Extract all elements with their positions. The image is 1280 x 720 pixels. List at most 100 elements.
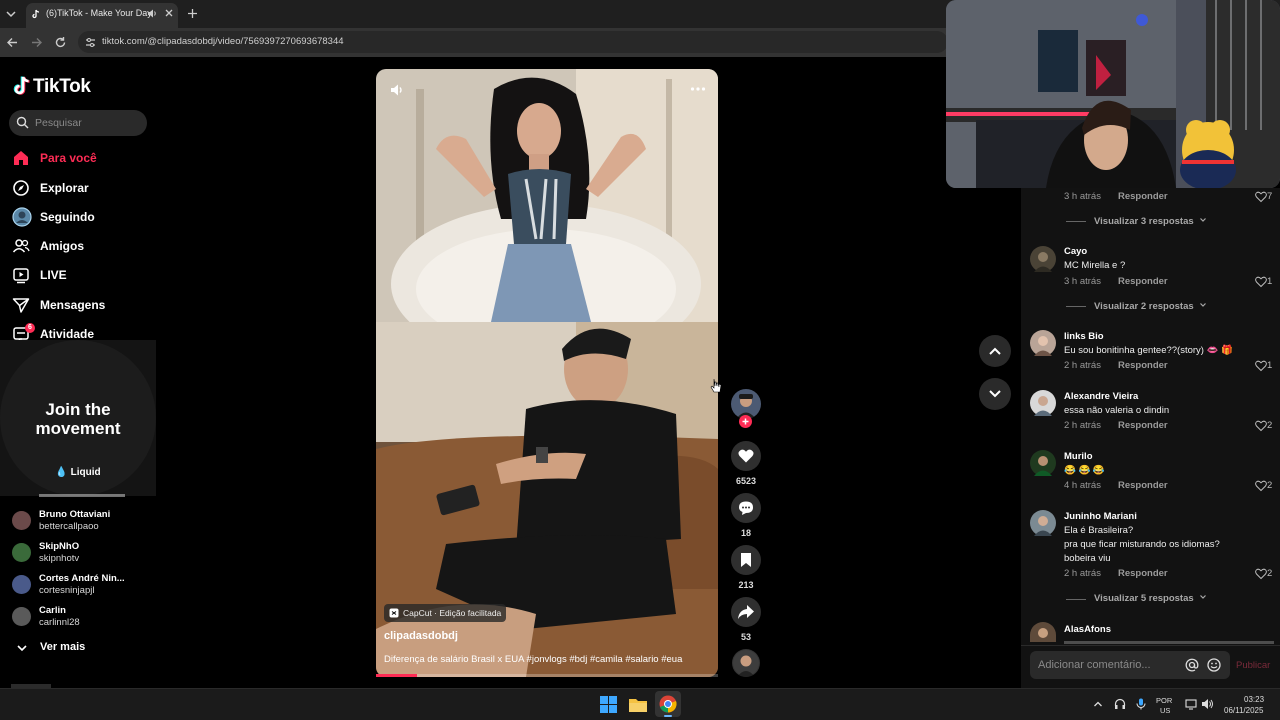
- heart-outline-icon[interactable]: [1255, 276, 1267, 288]
- keyboard-layout[interactable]: US: [1160, 706, 1170, 715]
- chevron-up-icon: [988, 345, 1002, 357]
- music-disc-avatar[interactable]: [732, 649, 760, 677]
- comment-time: 3 h atrás: [1064, 191, 1101, 202]
- webcam-feed: [946, 0, 1280, 188]
- replies-divider: [1066, 221, 1086, 222]
- comment-author[interactable]: Cayo: [1064, 246, 1087, 257]
- avatar: [12, 543, 31, 562]
- view-replies-button[interactable]: Visualizar 5 respostas: [1094, 593, 1207, 604]
- heart-outline-icon[interactable]: [1255, 420, 1267, 432]
- account-item[interactable]: Cortes André Nin... cortesninjapjl: [0, 571, 156, 599]
- heart-outline-icon[interactable]: [1255, 191, 1267, 203]
- comment-author[interactable]: Murilo: [1064, 451, 1093, 462]
- tiktok-logo-icon[interactable]: [13, 76, 31, 96]
- nav-item-live[interactable]: LIVE: [8, 264, 148, 286]
- windows-start-icon[interactable]: [600, 696, 617, 713]
- heart-outline-icon[interactable]: [1255, 480, 1267, 492]
- tab-audio-icon[interactable]: [147, 8, 158, 19]
- account-item[interactable]: SkipNhO skipnhotv: [0, 539, 156, 567]
- microphone-icon[interactable]: [1136, 698, 1146, 710]
- ad-headline: Join the movement: [0, 400, 156, 438]
- save-button[interactable]: [731, 545, 761, 575]
- reply-button[interactable]: Responder: [1118, 480, 1168, 491]
- account-item[interactable]: Bruno Ottaviani bettercallpaoo: [0, 507, 156, 535]
- back-icon[interactable]: [6, 36, 19, 49]
- heart-outline-icon[interactable]: [1255, 360, 1267, 372]
- emoji-icon[interactable]: [1207, 658, 1221, 672]
- nav-label-amigos: Amigos: [40, 239, 85, 253]
- view-replies-button[interactable]: Visualizar 3 respostas: [1094, 216, 1207, 227]
- avatar[interactable]: [1030, 330, 1056, 356]
- reload-icon[interactable]: [54, 36, 67, 49]
- mention-icon[interactable]: [1185, 658, 1199, 672]
- comment-text: essa não valeria o dindin: [1064, 405, 1170, 416]
- view-replies-label: Visualizar 3 respostas: [1094, 216, 1194, 227]
- like-button[interactable]: [731, 441, 761, 471]
- avatar[interactable]: [1030, 450, 1056, 476]
- speaker-icon[interactable]: [1201, 698, 1214, 710]
- reply-button[interactable]: Responder: [1118, 360, 1168, 371]
- nav-item-mensagens[interactable]: Mensagens: [8, 294, 148, 316]
- tab-close-icon[interactable]: [164, 8, 174, 18]
- heart-outline-icon[interactable]: [1255, 568, 1267, 580]
- comment-count: 18: [740, 528, 751, 538]
- publish-button[interactable]: Publicar: [1236, 660, 1270, 671]
- nav-item-explorar[interactable]: Explorar: [8, 177, 148, 199]
- comment-text: MC Mirella e ?: [1064, 260, 1126, 271]
- reply-button[interactable]: Responder: [1118, 420, 1168, 431]
- avatar[interactable]: [1030, 390, 1056, 416]
- more-options-icon[interactable]: [690, 84, 706, 94]
- nav-item-seguindo[interactable]: Seguindo: [8, 206, 148, 228]
- avatar[interactable]: [1030, 246, 1056, 272]
- share-button[interactable]: [731, 597, 761, 627]
- share-icon: [737, 604, 755, 620]
- nav-label-para-voce: Para você: [40, 151, 97, 165]
- comment-author[interactable]: AlasAfons: [1064, 624, 1111, 635]
- comment-time: 2 h atrás: [1064, 420, 1101, 431]
- site-info-icon[interactable]: [85, 37, 96, 48]
- video-progress-bar[interactable]: [376, 674, 718, 677]
- nav-item-para-voce[interactable]: Para você: [8, 147, 148, 169]
- previous-video-button[interactable]: [979, 335, 1011, 367]
- tab-list-button[interactable]: [4, 7, 18, 21]
- reply-button[interactable]: Responder: [1118, 568, 1168, 579]
- chevron-down-icon: [16, 643, 28, 653]
- chrome-taskbar-button[interactable]: [655, 691, 681, 717]
- next-video-button[interactable]: [979, 378, 1011, 410]
- show-hidden-icons[interactable]: [1093, 699, 1103, 709]
- comment-author[interactable]: links Bio: [1064, 331, 1104, 342]
- account-item[interactable]: Carlin carlinnl28: [0, 603, 156, 631]
- account-username: skipnhotv: [39, 553, 80, 564]
- account-name: Cortes André Nin...: [39, 573, 125, 584]
- avatar[interactable]: [1030, 622, 1056, 642]
- heart-icon: [738, 449, 754, 463]
- active-app-indicator: [664, 715, 672, 717]
- view-replies-button[interactable]: Visualizar 2 respostas: [1094, 301, 1207, 312]
- tiktok-favicon-icon: [31, 9, 41, 19]
- chevron-down-icon: [1199, 216, 1207, 224]
- nav-item-amigos[interactable]: Amigos: [8, 235, 148, 257]
- follow-plus-icon[interactable]: [739, 415, 752, 428]
- capcut-icon: [389, 608, 399, 618]
- network-icon[interactable]: [1185, 698, 1197, 710]
- video-author[interactable]: clipadasdobdj: [384, 630, 458, 642]
- reply-button[interactable]: Responder: [1118, 276, 1168, 287]
- file-explorer-icon[interactable]: [629, 697, 647, 712]
- reply-button[interactable]: Responder: [1118, 191, 1168, 202]
- comment-author[interactable]: Juninho Mariani: [1064, 511, 1137, 522]
- see-more-button[interactable]: Ver mais: [0, 638, 156, 658]
- forward-icon[interactable]: [30, 36, 43, 49]
- comment-author[interactable]: Alexandre Vieira: [1064, 391, 1138, 402]
- comment-like-count: 2: [1267, 480, 1273, 491]
- keyboard-language[interactable]: POR: [1156, 696, 1172, 705]
- new-tab-icon[interactable]: [187, 8, 198, 19]
- video-player[interactable]: [376, 69, 718, 677]
- comment-button[interactable]: [731, 493, 761, 523]
- volume-icon[interactable]: [389, 82, 405, 98]
- headset-icon[interactable]: [1114, 698, 1126, 710]
- clock-time[interactable]: 03:23: [1244, 695, 1264, 704]
- avatar[interactable]: [1030, 510, 1056, 536]
- clock-date[interactable]: 06/11/2025: [1224, 706, 1263, 715]
- view-replies-label: Visualizar 5 respostas: [1094, 593, 1194, 604]
- tiktok-logo-text[interactable]: TikTok: [33, 76, 91, 98]
